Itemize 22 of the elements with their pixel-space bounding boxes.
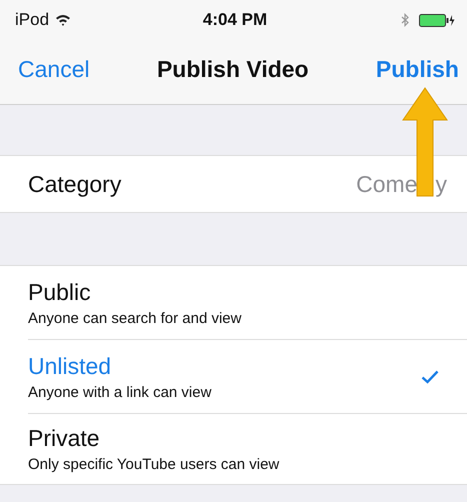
wifi-icon bbox=[55, 14, 72, 26]
carrier-label: iPod bbox=[15, 10, 50, 30]
option-subtitle: Anyone with a link can view bbox=[28, 384, 212, 400]
category-value: y bbox=[436, 170, 447, 198]
category-row[interactable]: Category Come y bbox=[0, 156, 467, 212]
checkmark-icon bbox=[421, 370, 439, 384]
status-time: 4:04 PM bbox=[202, 10, 268, 30]
nav-title: Publish Video bbox=[156, 56, 309, 82]
option-subtitle: Anyone can search for and view bbox=[28, 310, 242, 326]
publish-button[interactable]: Publish bbox=[376, 56, 459, 82]
category-value: Come bbox=[356, 170, 418, 198]
privacy-option[interactable]: Public Anyone can search for and view bbox=[28, 266, 467, 340]
bluetooth-icon bbox=[401, 13, 410, 27]
option-title: Public bbox=[28, 278, 92, 306]
option-subtitle: Only specific YouTube users can view bbox=[28, 456, 280, 473]
option-title: Unlisted bbox=[28, 352, 112, 380]
option-title: Private bbox=[28, 425, 101, 452]
category-label: Category bbox=[28, 170, 122, 198]
privacy-option[interactable]: Private Only specific YouTube users can view bbox=[28, 414, 467, 484]
privacy-option[interactable]: Unlisted Anyone with a link can view bbox=[28, 340, 467, 414]
cancel-button[interactable]: Cancel bbox=[18, 56, 90, 82]
battery-icon bbox=[419, 14, 455, 26]
